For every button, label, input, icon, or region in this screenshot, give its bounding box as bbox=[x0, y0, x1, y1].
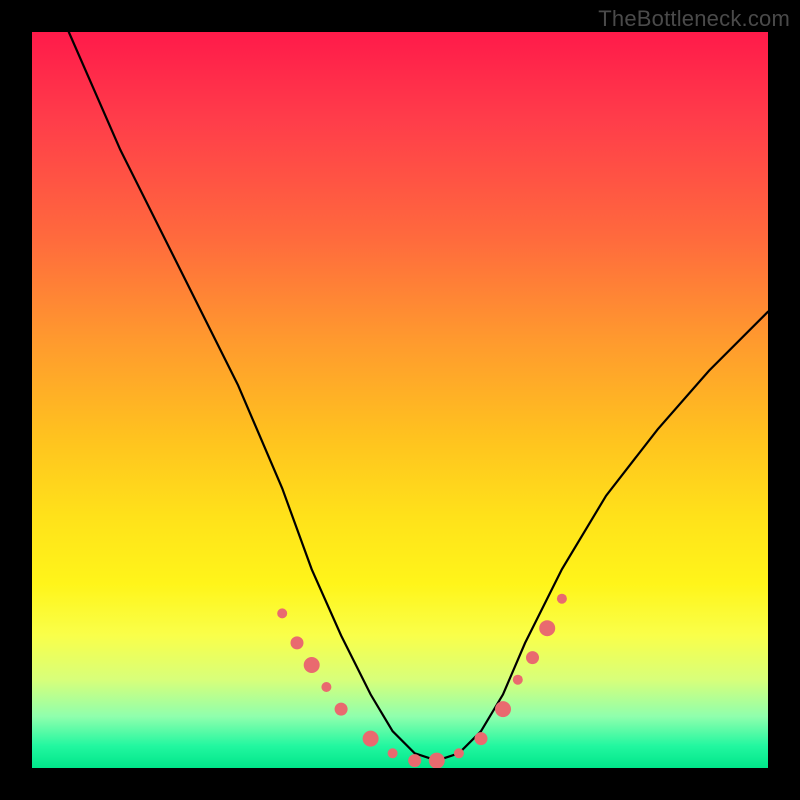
marker-dot bbox=[539, 620, 555, 636]
marker-dot bbox=[321, 682, 331, 692]
marker-dot bbox=[335, 703, 348, 716]
chart-svg bbox=[32, 32, 768, 768]
marker-dot bbox=[304, 657, 320, 673]
marker-dot bbox=[291, 636, 304, 649]
marker-dot bbox=[408, 754, 421, 767]
marker-dot bbox=[388, 748, 398, 758]
marker-dot bbox=[429, 753, 445, 768]
marker-dot bbox=[513, 675, 523, 685]
bottleneck-curve-line bbox=[69, 32, 768, 761]
chart-plot-area bbox=[32, 32, 768, 768]
marker-dots-group bbox=[277, 594, 567, 768]
marker-dot bbox=[454, 748, 464, 758]
marker-dot bbox=[495, 701, 511, 717]
chart-frame: TheBottleneck.com bbox=[0, 0, 800, 800]
marker-dot bbox=[526, 651, 539, 664]
marker-dot bbox=[557, 594, 567, 604]
marker-dot bbox=[277, 608, 287, 618]
marker-dot bbox=[475, 732, 488, 745]
marker-dot bbox=[363, 731, 379, 747]
watermark-text: TheBottleneck.com bbox=[598, 6, 790, 32]
